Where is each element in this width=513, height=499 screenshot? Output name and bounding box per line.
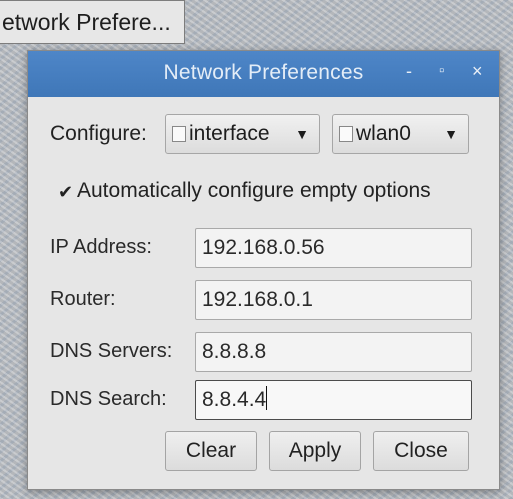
configure-device-value: wlan0 xyxy=(356,122,411,145)
minimize-icon[interactable]: - xyxy=(406,60,412,82)
configure-device-dropdown[interactable]: wlan0 ▼ xyxy=(332,114,469,154)
file-icon xyxy=(339,126,353,142)
network-preferences-dialog: Network Preferences - ▫ × Configure: int… xyxy=(27,50,500,490)
configure-label: Configure: xyxy=(50,122,147,145)
chevron-down-icon: ▼ xyxy=(295,126,309,142)
dns-servers-value: 8.8.8.8 xyxy=(202,340,267,363)
ip-address-field[interactable]: 192.168.0.56 xyxy=(195,228,472,268)
dns-search-label: DNS Search: xyxy=(50,388,167,410)
ip-address-value: 192.168.0.56 xyxy=(202,236,325,259)
auto-configure-checkbox[interactable]: ✔ xyxy=(58,183,74,201)
router-field[interactable]: 192.168.0.1 xyxy=(195,280,472,320)
apply-button[interactable]: Apply xyxy=(269,431,361,471)
clear-button[interactable]: Clear xyxy=(165,431,257,471)
taskbar-window-button[interactable]: etwork Prefere... xyxy=(0,0,185,44)
router-value: 192.168.0.1 xyxy=(202,288,313,311)
dns-search-field[interactable]: 8.8.4.4 xyxy=(195,380,472,420)
text-caret xyxy=(266,386,268,410)
close-icon[interactable]: × xyxy=(472,60,483,82)
taskbar-window-label: etwork Prefere... xyxy=(2,9,171,35)
dialog-title: Network Preferences xyxy=(163,61,364,84)
close-button[interactable]: Close xyxy=(373,431,469,471)
chevron-down-icon: ▼ xyxy=(444,126,458,142)
maximize-icon[interactable]: ▫ xyxy=(439,60,444,82)
configure-type-dropdown[interactable]: interface ▼ xyxy=(165,114,320,154)
auto-configure-label: Automatically configure empty options xyxy=(77,179,431,202)
dns-search-value: 8.8.4.4 xyxy=(202,388,267,411)
configure-type-value: interface xyxy=(189,122,270,145)
dns-servers-field[interactable]: 8.8.8.8 xyxy=(195,332,472,372)
interface-icon xyxy=(172,126,186,142)
dialog-titlebar[interactable]: Network Preferences - ▫ × xyxy=(28,51,499,97)
dns-servers-label: DNS Servers: xyxy=(50,340,173,362)
router-label: Router: xyxy=(50,288,116,310)
ip-address-label: IP Address: xyxy=(50,236,152,258)
